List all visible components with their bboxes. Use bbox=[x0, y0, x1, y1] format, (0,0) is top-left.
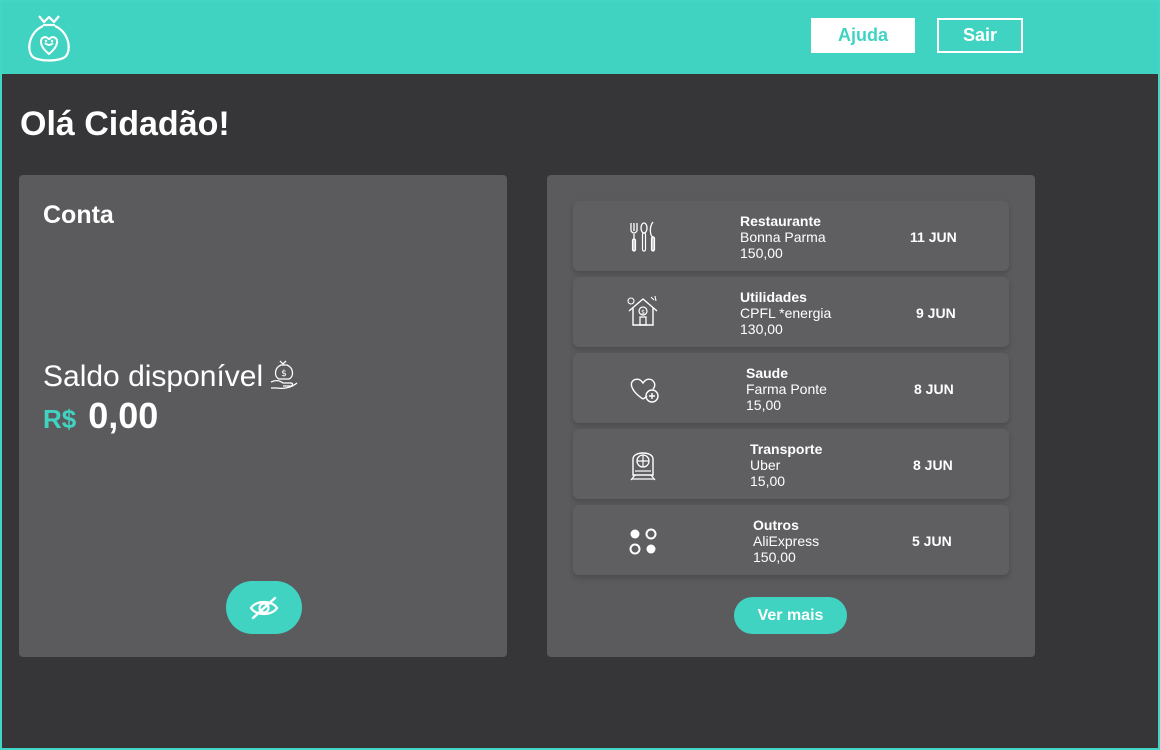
transactions-card: Restaurante Bonna Parma 150,00 11 JUN $ bbox=[547, 175, 1035, 657]
transaction-category: Saude bbox=[746, 365, 789, 381]
dots-grid-icon bbox=[623, 521, 663, 561]
transaction-amount: 130,00 bbox=[740, 321, 783, 337]
transaction-amount: 15,00 bbox=[746, 397, 782, 413]
balance-label-row: Saldo disponível $ bbox=[43, 358, 299, 394]
balance-value-row: R$ 0,00 bbox=[43, 395, 158, 437]
train-icon bbox=[623, 445, 663, 485]
eye-off-icon bbox=[249, 596, 279, 619]
transaction-details: Saude Farma Ponte 15,00 bbox=[746, 365, 827, 413]
transaction-date: 5 JUN bbox=[912, 533, 952, 549]
transaction-amount: 150,00 bbox=[740, 245, 783, 261]
see-more-button[interactable]: Ver mais bbox=[734, 597, 847, 634]
logo-icon[interactable] bbox=[24, 12, 74, 66]
account-title: Conta bbox=[43, 201, 114, 229]
balance-label: Saldo disponível bbox=[43, 360, 264, 393]
transaction-amount: 15,00 bbox=[750, 473, 786, 489]
transaction-category: Utilidades bbox=[740, 289, 807, 305]
top-bar: Ajuda Sair bbox=[2, 2, 1158, 74]
currency-label: R$ bbox=[43, 404, 77, 434]
transaction-details: Transporte Uber 15,00 bbox=[750, 441, 822, 489]
transaction-item-saude[interactable]: Saude Farma Ponte 15,00 8 JUN bbox=[573, 353, 1009, 423]
svg-text:$: $ bbox=[281, 369, 287, 379]
transaction-category: Outros bbox=[753, 517, 799, 533]
transaction-item-outros[interactable]: Outros AliExpress 150,00 5 JUN bbox=[573, 505, 1009, 575]
transaction-date: 8 JUN bbox=[913, 457, 953, 473]
transaction-details: Utilidades CPFL *energia 130,00 bbox=[740, 289, 831, 337]
account-card: Conta Saldo disponível $ R$ 0,00 bbox=[19, 175, 507, 657]
transaction-item-transporte[interactable]: Transporte Uber 15,00 8 JUN bbox=[573, 429, 1009, 499]
transaction-merchant: AliExpress bbox=[753, 533, 820, 549]
transaction-details: Restaurante Bonna Parma 150,00 bbox=[740, 213, 826, 261]
transaction-date: 11 JUN bbox=[910, 229, 957, 245]
transaction-merchant: Bonna Parma bbox=[740, 229, 826, 245]
app-window: Ajuda Sair Olá Cidadão! Conta Saldo disp… bbox=[0, 0, 1160, 750]
svg-text:$: $ bbox=[641, 309, 645, 316]
balance-amount: 0,00 bbox=[88, 395, 159, 436]
house-bill-icon: $ bbox=[623, 293, 663, 333]
toggle-balance-visibility-button[interactable] bbox=[226, 581, 302, 634]
transaction-merchant: CPFL *energia bbox=[740, 305, 832, 321]
logout-button[interactable]: Sair bbox=[937, 18, 1023, 53]
transaction-merchant: Uber bbox=[750, 457, 781, 473]
money-bag-hand-icon: $ bbox=[269, 358, 299, 390]
transaction-date: 9 JUN bbox=[916, 305, 956, 321]
cutlery-icon bbox=[623, 217, 663, 257]
help-button[interactable]: Ajuda bbox=[811, 18, 915, 53]
transaction-item-restaurante[interactable]: Restaurante Bonna Parma 150,00 11 JUN bbox=[573, 201, 1009, 271]
heart-health-icon bbox=[623, 369, 663, 409]
transaction-merchant: Farma Ponte bbox=[746, 381, 827, 397]
transaction-item-utilidades[interactable]: $ Utilidades CPFL *energia 130,00 9 JUN bbox=[573, 277, 1009, 347]
page-title: Olá Cidadão! bbox=[20, 105, 230, 143]
transaction-date: 8 JUN bbox=[914, 381, 954, 397]
transaction-details: Outros AliExpress 150,00 bbox=[753, 517, 819, 565]
transaction-category: Restaurante bbox=[740, 213, 821, 229]
transaction-amount: 150,00 bbox=[753, 549, 796, 565]
transaction-category: Transporte bbox=[750, 441, 823, 457]
